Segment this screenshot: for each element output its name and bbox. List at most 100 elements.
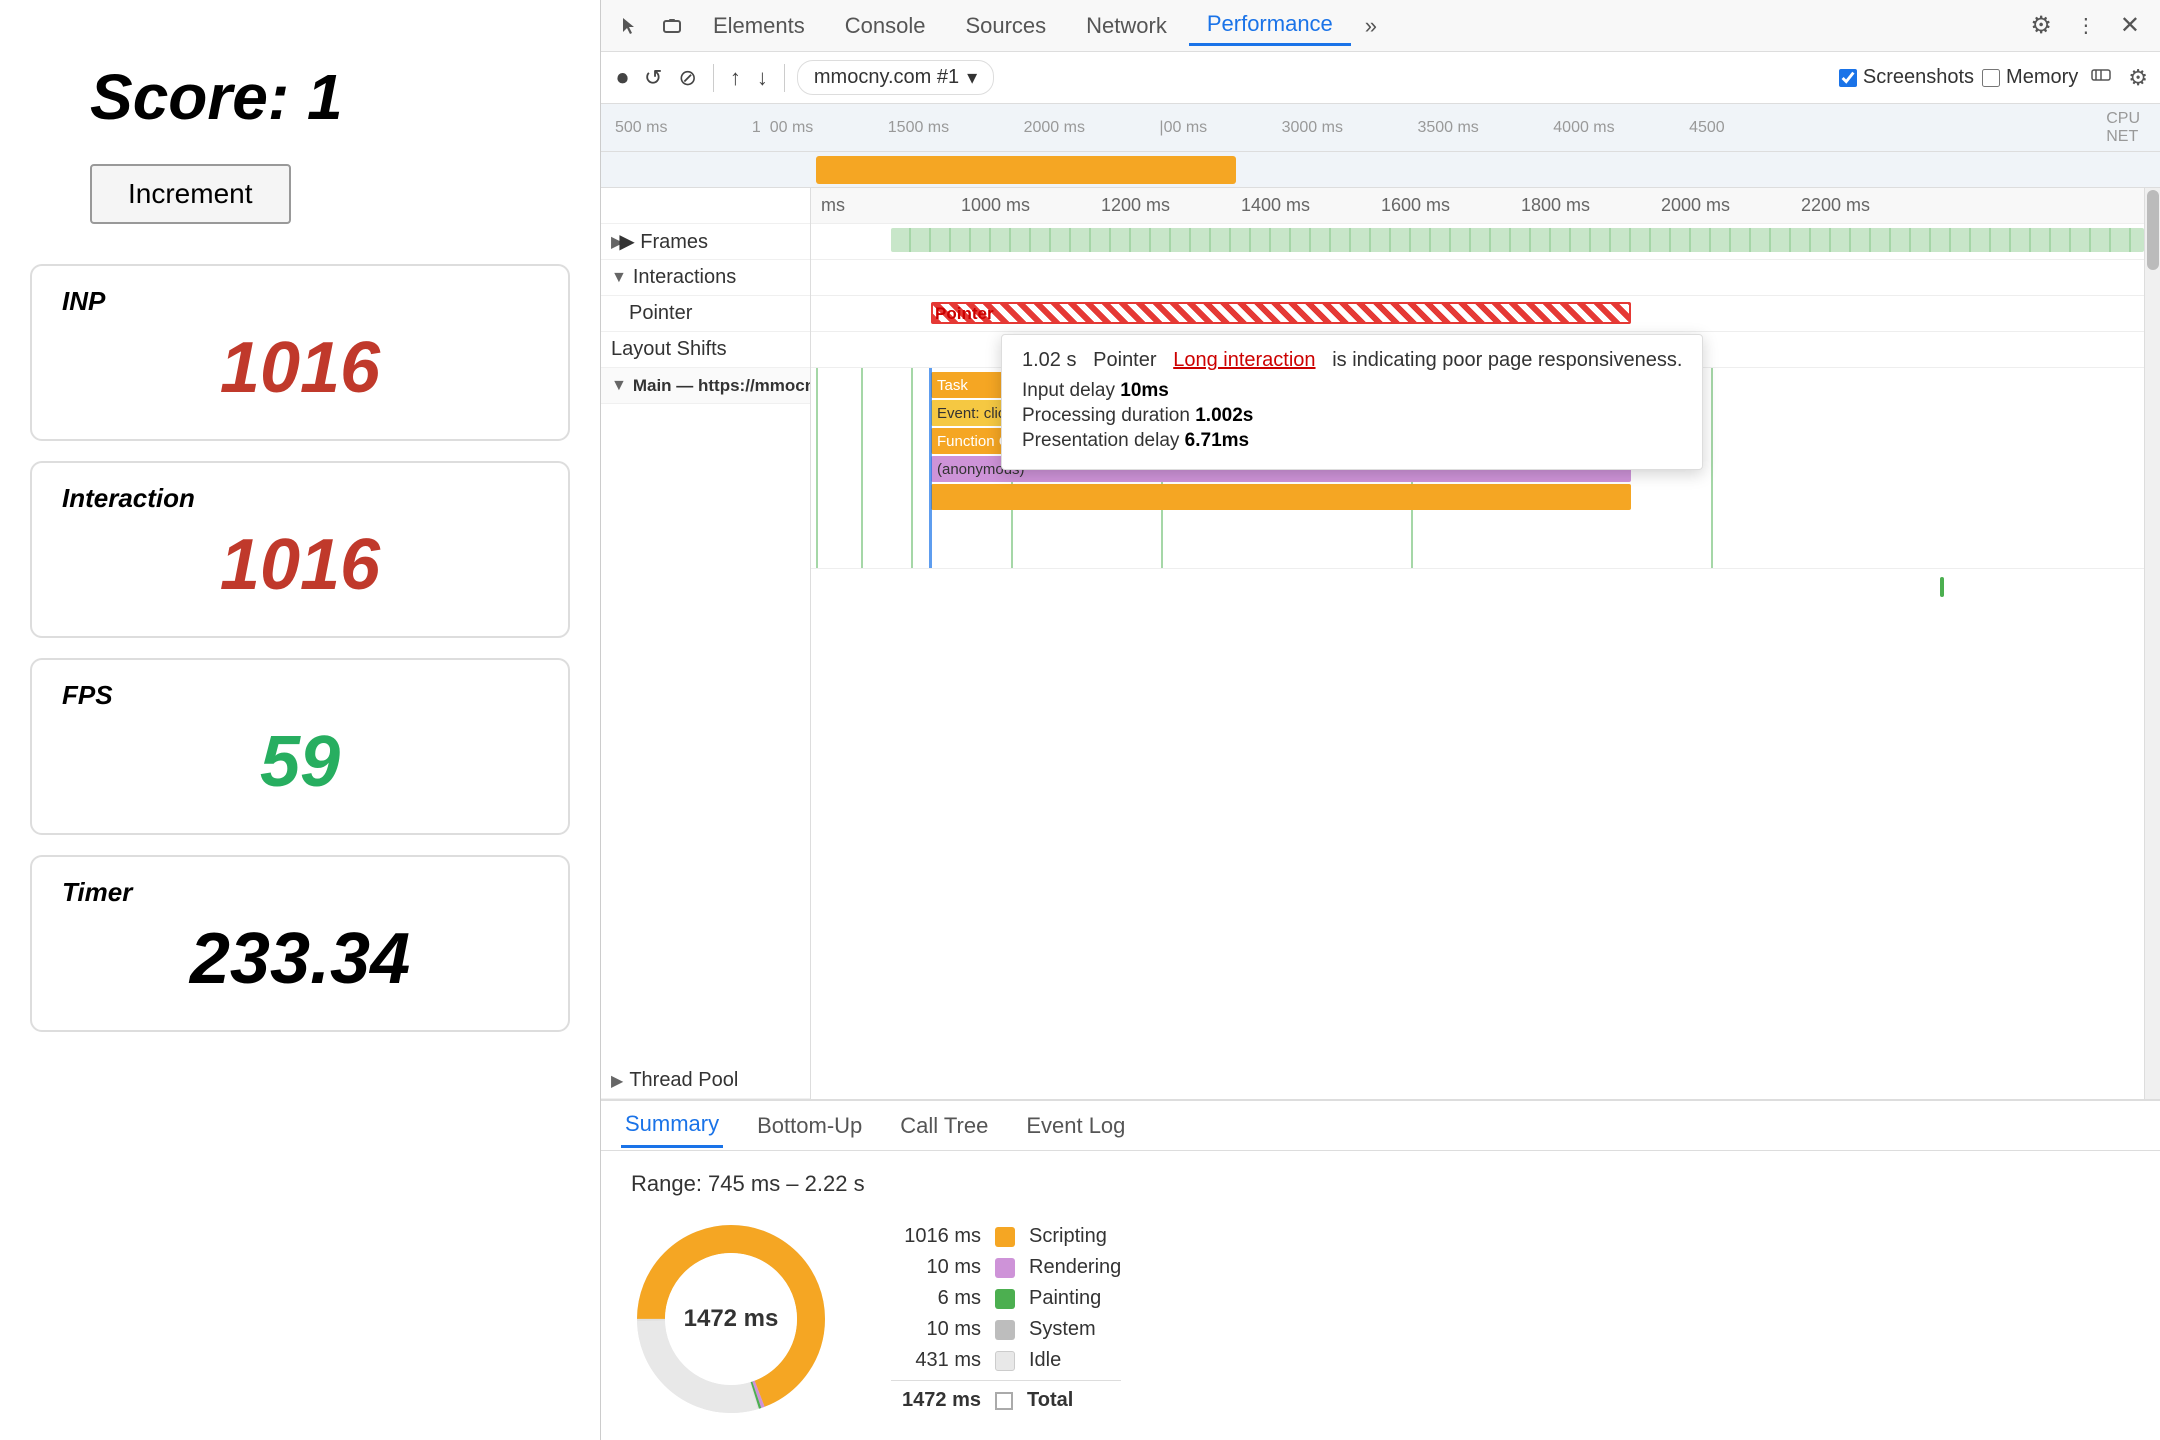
net-label: NET xyxy=(2106,128,2140,146)
increment-button[interactable]: Increment xyxy=(90,164,291,224)
tab-elements[interactable]: Elements xyxy=(695,7,823,45)
legend-idle-dot xyxy=(995,1351,1015,1371)
legend-total: 1472 ms Total xyxy=(891,1380,1121,1412)
legend-rendering-ms: 10 ms xyxy=(891,1256,981,1279)
legend-total-checkbox xyxy=(995,1392,1013,1410)
r2-1000: 1000 ms xyxy=(961,195,1101,216)
upload-icon[interactable]: ↑ xyxy=(726,61,745,95)
toolbar-gear-icon[interactable]: ⚙ xyxy=(2128,65,2148,91)
tab-sources[interactable]: Sources xyxy=(947,7,1064,45)
r2-2200: 2200 ms xyxy=(1801,195,1941,216)
vert-line-7 xyxy=(1711,368,1713,568)
tooltip-suffix: is indicating poor page responsiveness. xyxy=(1332,349,1682,371)
pointer-bar[interactable] xyxy=(931,302,1631,324)
ruler-tick-2500: |00 ms xyxy=(1159,119,1207,136)
timeline-labels: ▶ ▶ Frames ▼ Interactions Pointer Layout… xyxy=(601,188,811,1099)
timer-label: Timer xyxy=(62,877,538,908)
scrollbar-track[interactable] xyxy=(2144,188,2160,1099)
tooltip-processing-duration-label: Processing duration xyxy=(1022,405,1190,426)
devtools-panel: Elements Console Sources Network Perform… xyxy=(600,0,2160,1440)
vert-line-2 xyxy=(861,368,863,568)
tooltip-input-delay-label: Input delay xyxy=(1022,380,1115,401)
timeline-ruler-overview: 500 ms 1000 ms 1500 ms 2000 ms |00 ms 30… xyxy=(601,104,2160,152)
tab-more-icon[interactable]: » xyxy=(1355,7,1387,45)
pointer-subrow: Pointer 1.02 s Pointer Long interaction … xyxy=(811,296,2144,332)
main-thread-content-spacer xyxy=(601,404,810,1063)
legend-scripting-dot xyxy=(995,1227,1015,1247)
scrollbar-thumb[interactable] xyxy=(2147,190,2159,270)
tab-performance[interactable]: Performance xyxy=(1189,5,1351,46)
tooltip-processing-duration-val: 1.002s xyxy=(1195,405,1253,426)
legend-scripting-name: Scripting xyxy=(1029,1225,1107,1248)
tab-console[interactable]: Console xyxy=(827,7,944,45)
interactions-label-row: ▼ Interactions xyxy=(601,260,810,296)
tab-bottom-up[interactable]: Bottom-Up xyxy=(753,1105,866,1147)
frames-bar xyxy=(891,228,2144,252)
r2-1400: 1400 ms xyxy=(1241,195,1381,216)
ruler2-labels: ms 1000 ms 1200 ms 1400 ms 1600 ms 1800 … xyxy=(821,195,1941,216)
left-panel: Score: 1 Increment INP 1016 Interaction … xyxy=(0,0,600,1440)
cpu-bar-area xyxy=(601,152,2160,188)
ruler-tick-1500: 1500 ms xyxy=(888,119,949,136)
legend-scripting-ms: 1016 ms xyxy=(891,1225,981,1248)
tooltip-presentation-delay: Presentation delay 6.71ms xyxy=(1022,430,1682,452)
screenshots-label: Screenshots xyxy=(1863,66,1974,89)
inp-value: 1016 xyxy=(62,327,538,409)
ruler-tick-4500: 4500 xyxy=(1689,119,1725,136)
memory-checkbox[interactable] xyxy=(1982,69,2000,87)
device-icon[interactable] xyxy=(653,7,691,45)
summary-area: 1472 ms 1016 ms Scripting 10 ms Renderin… xyxy=(631,1217,2130,1420)
timeline-content: ms 1000 ms 1200 ms 1400 ms 1600 ms 1800 … xyxy=(811,188,2144,1099)
legend-rendering-dot xyxy=(995,1258,1015,1278)
tab-network[interactable]: Network xyxy=(1068,7,1185,45)
ruler-tick-500: 500 ms xyxy=(615,119,667,136)
tooltip-link[interactable]: Long interaction xyxy=(1173,349,1315,371)
legend-painting-dot xyxy=(995,1289,1015,1309)
thread-pool-label-text: Thread Pool xyxy=(629,1069,738,1092)
legend-total-name: Total xyxy=(1027,1389,1073,1412)
tab-event-log[interactable]: Event Log xyxy=(1022,1105,1129,1147)
network-throttle-icon[interactable] xyxy=(2086,60,2116,96)
ruler-tick-3500: 3500 ms xyxy=(1417,119,1478,136)
tooltip-input-delay-val: 10ms xyxy=(1120,380,1169,401)
url-chip[interactable]: mmocny.com #1 ▾ xyxy=(797,60,994,95)
legend-rendering-name: Rendering xyxy=(1029,1256,1121,1279)
devtools-gear-icon[interactable]: ⚙ xyxy=(2020,5,2062,46)
reload-icon[interactable]: ↺ xyxy=(640,61,666,95)
legend-painting-name: Painting xyxy=(1029,1287,1101,1310)
tab-summary[interactable]: Summary xyxy=(621,1103,723,1148)
cpu-net-labels: CPU NET xyxy=(2106,104,2140,151)
record-icon[interactable]: ⏺ xyxy=(613,61,632,95)
toolbar-sep-2 xyxy=(784,64,785,92)
ruler-tick-4000: 4000 ms xyxy=(1553,119,1614,136)
bottom-tabs: Summary Bottom-Up Call Tree Event Log Ra… xyxy=(601,1099,2160,1440)
task-bar-label: Task xyxy=(937,377,968,394)
ruler-tick-2000: 2000 ms xyxy=(1024,119,1085,136)
screenshots-checkbox[interactable] xyxy=(1839,69,1857,87)
tab-call-tree[interactable]: Call Tree xyxy=(896,1105,992,1147)
vert-line-3 xyxy=(911,368,913,568)
legend-idle-ms: 431 ms xyxy=(891,1349,981,1372)
devtools-close-icon[interactable]: ✕ xyxy=(2110,5,2150,46)
clear-icon[interactable]: ⊘ xyxy=(674,61,700,95)
interactions-arrow-icon: ▼ xyxy=(611,269,627,287)
download-icon[interactable]: ↓ xyxy=(753,61,772,95)
donut-chart: 1472 ms xyxy=(631,1219,831,1419)
inp-label: INP xyxy=(62,286,538,317)
devtools-dots-icon[interactable]: ⋮ xyxy=(2066,7,2106,44)
tooltip-presentation-delay-val: 6.71ms xyxy=(1185,430,1249,451)
legend-system: 10 ms System xyxy=(891,1318,1121,1341)
timeline-area: ▶ ▶ Frames ▼ Interactions Pointer Layout… xyxy=(601,188,2160,1099)
r2-1800: 1800 ms xyxy=(1521,195,1661,216)
cursor-icon[interactable] xyxy=(611,7,649,45)
interaction-value: 1016 xyxy=(62,524,538,606)
main-thread-label-text: Main — https://mmocny.co xyxy=(633,376,811,396)
legend-table: 1016 ms Scripting 10 ms Rendering 6 ms P… xyxy=(891,1217,1121,1420)
legend-idle: 431 ms Idle xyxy=(891,1349,1121,1372)
range-text: Range: 745 ms – 2.22 s xyxy=(631,1171,2130,1197)
score-title: Score: 1 xyxy=(90,60,343,134)
interactions-label-text: Interactions xyxy=(633,266,736,289)
r2-ms: ms xyxy=(821,195,961,216)
layout-shifts-label-row: Layout Shifts xyxy=(601,332,810,368)
frames-row xyxy=(811,224,2144,260)
